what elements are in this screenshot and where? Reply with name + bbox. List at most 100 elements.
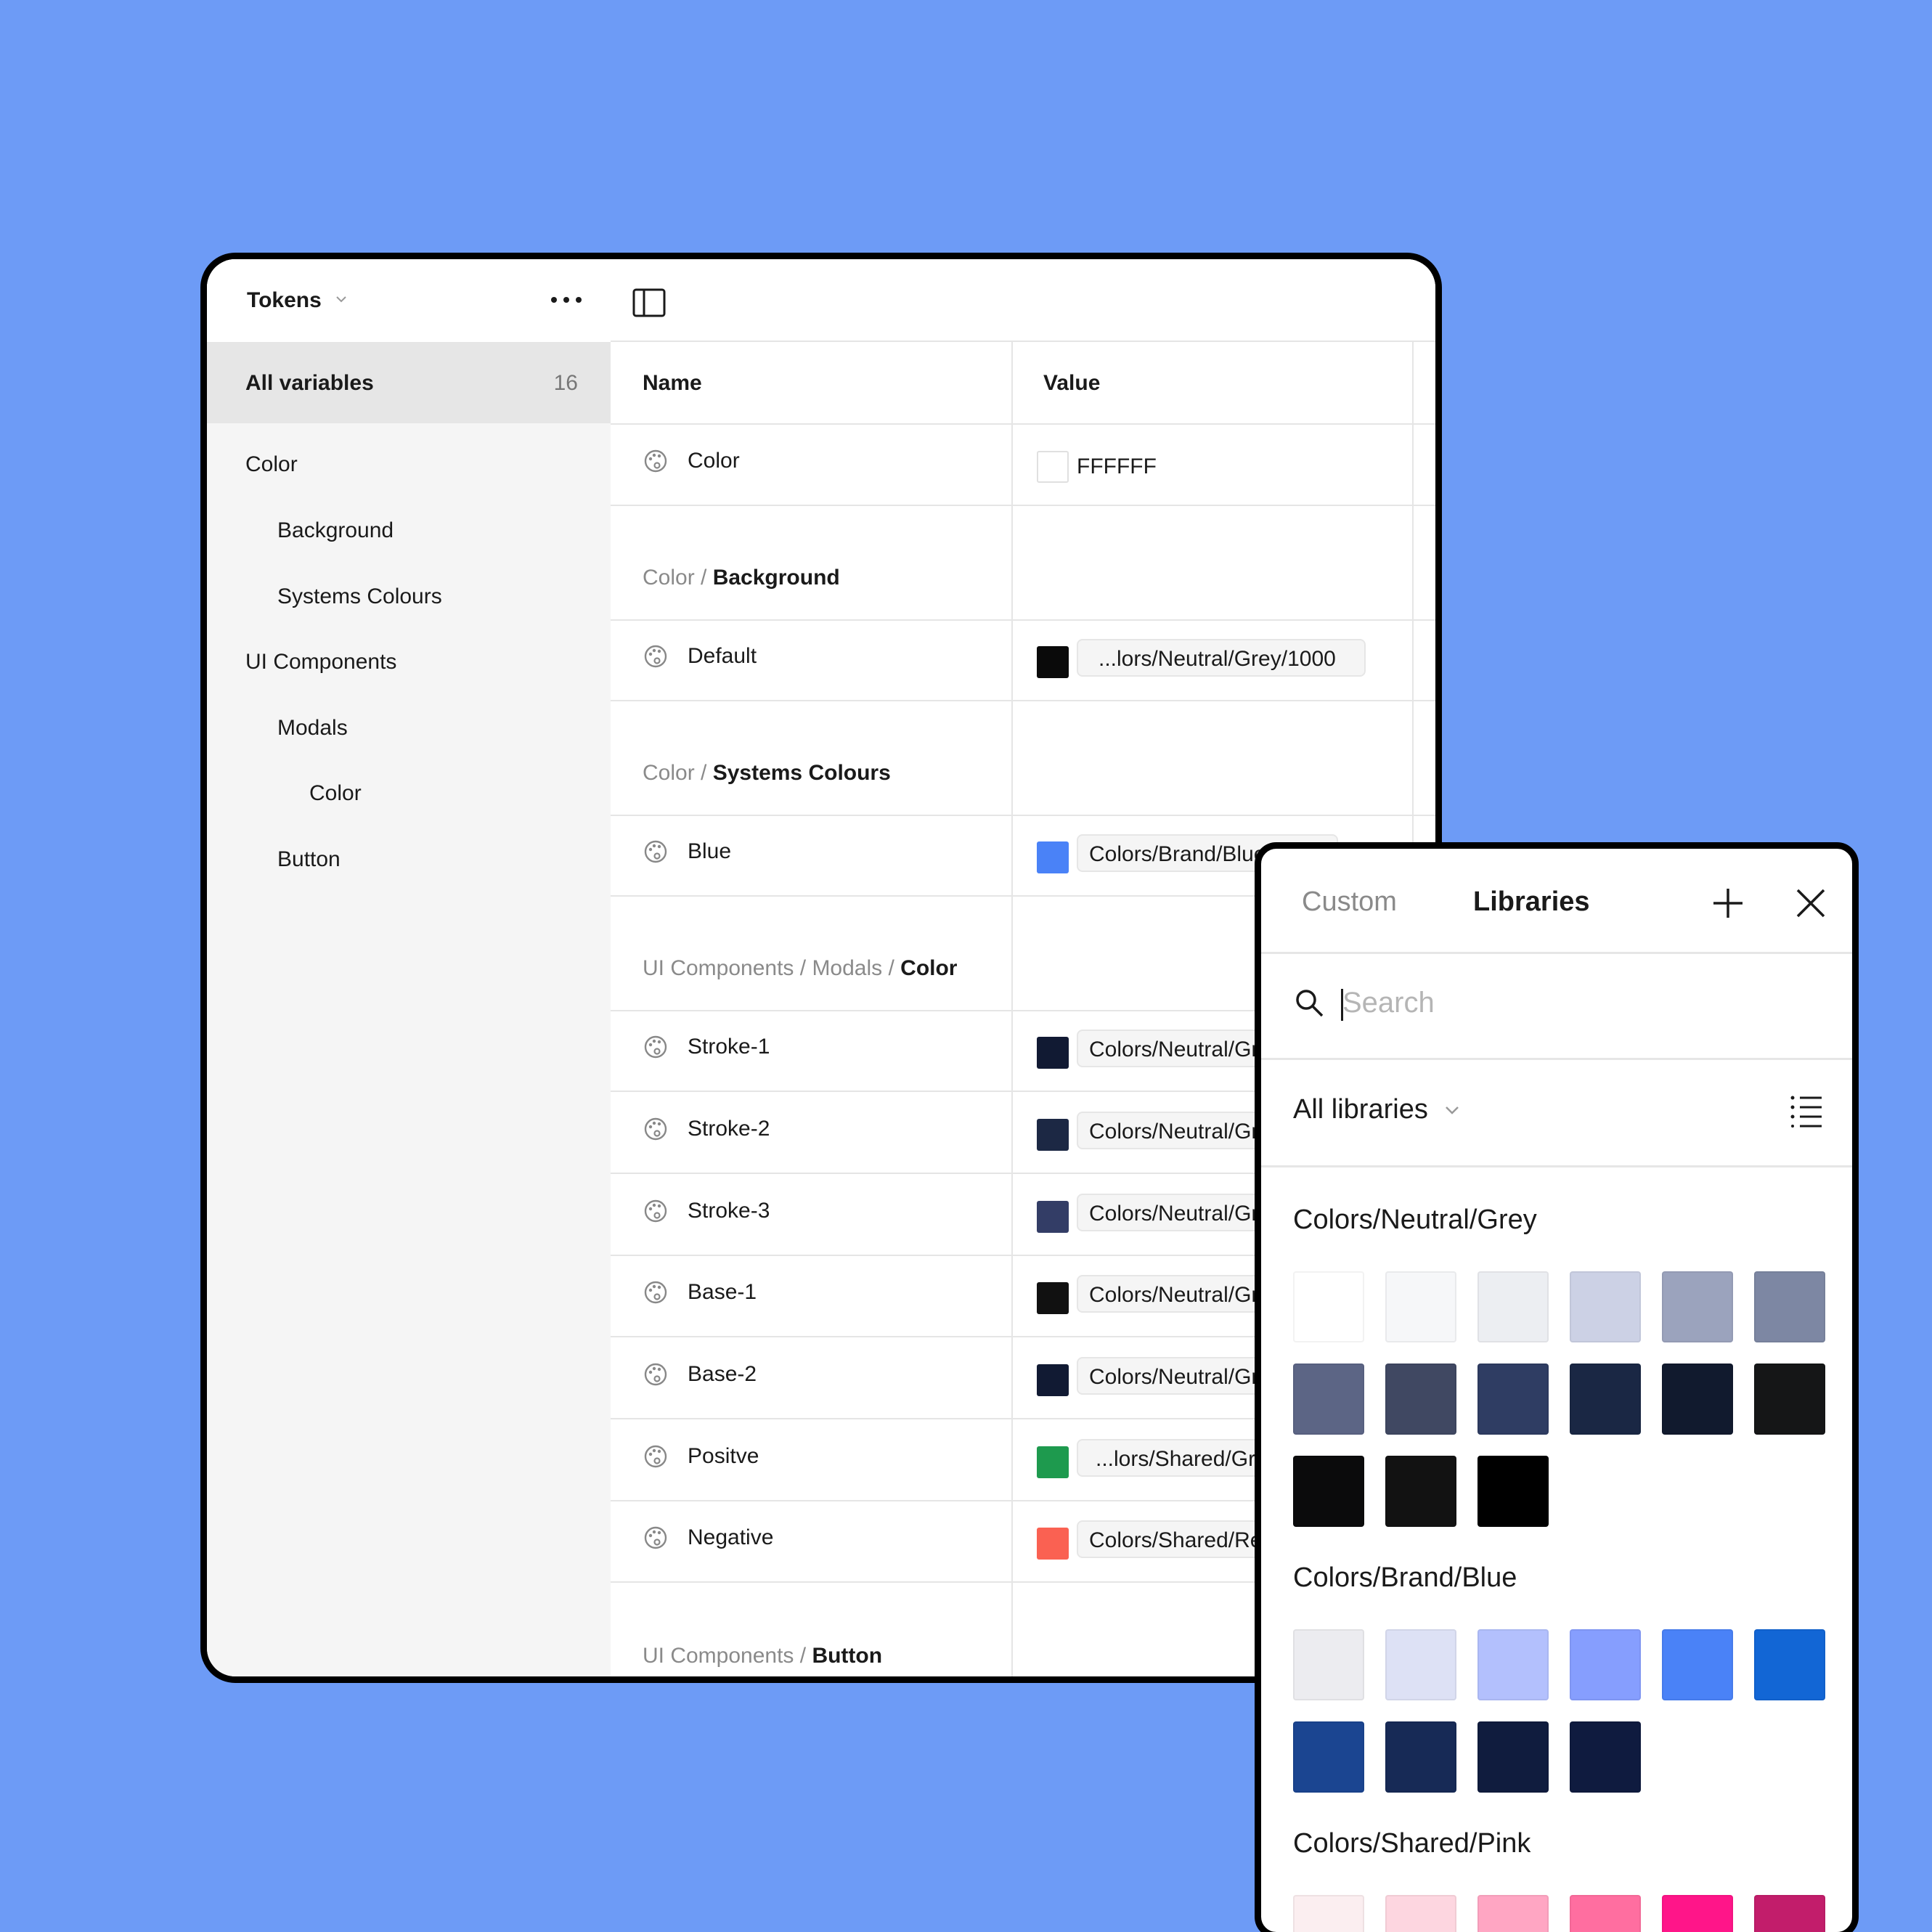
palette-icon: [644, 1035, 667, 1059]
table-row[interactable]: Blue: [643, 839, 731, 865]
color-swatch[interactable]: [1385, 1721, 1456, 1793]
divider: [1261, 1165, 1852, 1167]
color-swatch[interactable]: [1477, 1895, 1549, 1932]
color-swatch[interactable]: [1293, 1364, 1364, 1435]
palette-icon: [644, 1199, 667, 1223]
variable-name: Negative: [688, 1525, 774, 1549]
palette-icon: [644, 645, 667, 668]
color-swatch[interactable]: [1662, 1271, 1733, 1342]
table-row[interactable]: Base-2: [643, 1361, 757, 1387]
sidebar-item-all-variables[interactable]: All variables 16: [207, 342, 611, 423]
table-row[interactable]: Default: [643, 643, 757, 669]
more-options-icon[interactable]: [548, 291, 584, 309]
color-swatch[interactable]: [1385, 1364, 1456, 1435]
color-swatch[interactable]: [1385, 1629, 1456, 1700]
color-swatch[interactable]: [1477, 1721, 1549, 1793]
color-swatch[interactable]: [1037, 1364, 1069, 1396]
sidebar-item-color[interactable]: Color: [245, 452, 298, 477]
column-header-name: Name: [643, 371, 702, 395]
sidebar-item-modals[interactable]: Modals: [277, 716, 348, 741]
list-view-icon[interactable]: [1790, 1094, 1823, 1128]
row-divider: [611, 700, 1435, 701]
chevron-down-icon: [1445, 1106, 1459, 1114]
palette-icon: [644, 1281, 667, 1304]
color-swatch[interactable]: [1477, 1364, 1549, 1435]
table-row[interactable]: Base-1: [643, 1279, 757, 1305]
color-swatch[interactable]: [1037, 1282, 1069, 1314]
variable-name: Base-2: [688, 1362, 757, 1386]
variable-name: Blue: [688, 839, 732, 863]
color-swatch[interactable]: [1037, 1528, 1069, 1560]
close-icon[interactable]: [1794, 886, 1827, 920]
color-swatch[interactable]: [1662, 1629, 1733, 1700]
all-variables-label: All variables: [245, 371, 374, 395]
sidebar-item-ui-components[interactable]: UI Components: [245, 650, 396, 674]
alias-chip[interactable]: ...lors/Neutral/Grey/1000: [1077, 639, 1366, 677]
table-row[interactable]: Negative: [643, 1525, 773, 1551]
color-swatch[interactable]: [1037, 1446, 1069, 1478]
color-swatch[interactable]: [1385, 1271, 1456, 1342]
table-row[interactable]: Stroke-1: [643, 1034, 770, 1060]
palette-icon: [644, 840, 667, 863]
color-swatch[interactable]: [1385, 1895, 1456, 1932]
divider: [1261, 952, 1852, 954]
color-swatch[interactable]: [1037, 1201, 1069, 1233]
color-swatch[interactable]: [1293, 1721, 1364, 1793]
color-swatch[interactable]: [1477, 1271, 1549, 1342]
color-swatch[interactable]: [1477, 1456, 1549, 1527]
palette-icon: [644, 1117, 667, 1141]
divider: [1261, 1058, 1852, 1060]
color-swatch[interactable]: [1754, 1364, 1825, 1435]
palette-icon: [644, 1445, 667, 1468]
color-swatch[interactable]: [1754, 1271, 1825, 1342]
color-swatch[interactable]: [1037, 841, 1069, 873]
table-row[interactable]: Positve: [643, 1443, 759, 1470]
swatch-grid: [1293, 1271, 1825, 1527]
tab-libraries[interactable]: Libraries: [1473, 886, 1590, 918]
color-swatch[interactable]: [1385, 1456, 1456, 1527]
sidebar-item-systems-colours[interactable]: Systems Colours: [277, 584, 442, 609]
library-filter-dropdown[interactable]: All libraries: [1293, 1094, 1462, 1125]
color-swatch[interactable]: [1037, 451, 1069, 483]
swatch-grid: [1293, 1895, 1825, 1932]
variable-name: Stroke-2: [688, 1117, 770, 1141]
sidebar-toggle-icon[interactable]: [632, 288, 666, 317]
color-swatch[interactable]: [1477, 1629, 1549, 1700]
color-swatch[interactable]: [1293, 1456, 1364, 1527]
column-divider: [1011, 342, 1013, 1676]
color-swatch[interactable]: [1570, 1895, 1641, 1932]
table-row[interactable]: Stroke-3: [643, 1198, 770, 1224]
search-icon: [1296, 990, 1324, 1017]
library-section-title: Colors/Brand/Blue: [1293, 1562, 1517, 1593]
color-swatch[interactable]: [1570, 1364, 1641, 1435]
color-swatch[interactable]: [1662, 1895, 1733, 1932]
color-swatch[interactable]: [1293, 1271, 1364, 1342]
sidebar-item-button[interactable]: Button: [277, 847, 341, 872]
color-swatch[interactable]: [1037, 646, 1069, 678]
collection-title[interactable]: Tokens: [247, 288, 322, 313]
color-swatch[interactable]: [1293, 1629, 1364, 1700]
plus-icon[interactable]: [1711, 886, 1745, 920]
color-swatch[interactable]: [1754, 1629, 1825, 1700]
color-swatch[interactable]: [1570, 1271, 1641, 1342]
table-row[interactable]: Stroke-2: [643, 1116, 770, 1142]
chevron-down-icon[interactable]: [333, 291, 349, 307]
color-swatch[interactable]: [1037, 1119, 1069, 1151]
color-swatch[interactable]: [1570, 1629, 1641, 1700]
library-filter-label: All libraries: [1293, 1094, 1428, 1125]
tab-custom[interactable]: Custom: [1302, 886, 1397, 918]
color-swatch[interactable]: [1037, 1037, 1069, 1069]
sidebar-item-background[interactable]: Background: [277, 518, 394, 543]
row-divider: [611, 619, 1435, 621]
color-swatch[interactable]: [1662, 1364, 1733, 1435]
search-input[interactable]: [1342, 979, 1793, 1026]
variable-value[interactable]: FFFFFF: [1077, 455, 1157, 479]
color-swatch[interactable]: [1293, 1895, 1364, 1932]
color-picker-popup: Custom Libraries All libraries Colors/Ne…: [1255, 842, 1859, 1932]
table-row[interactable]: Color: [643, 448, 740, 474]
color-swatch[interactable]: [1570, 1721, 1641, 1793]
color-swatch[interactable]: [1754, 1895, 1825, 1932]
sidebar-item-modals-color[interactable]: Color: [309, 781, 362, 806]
palette-icon: [644, 449, 667, 473]
palette-icon: [644, 1363, 667, 1386]
